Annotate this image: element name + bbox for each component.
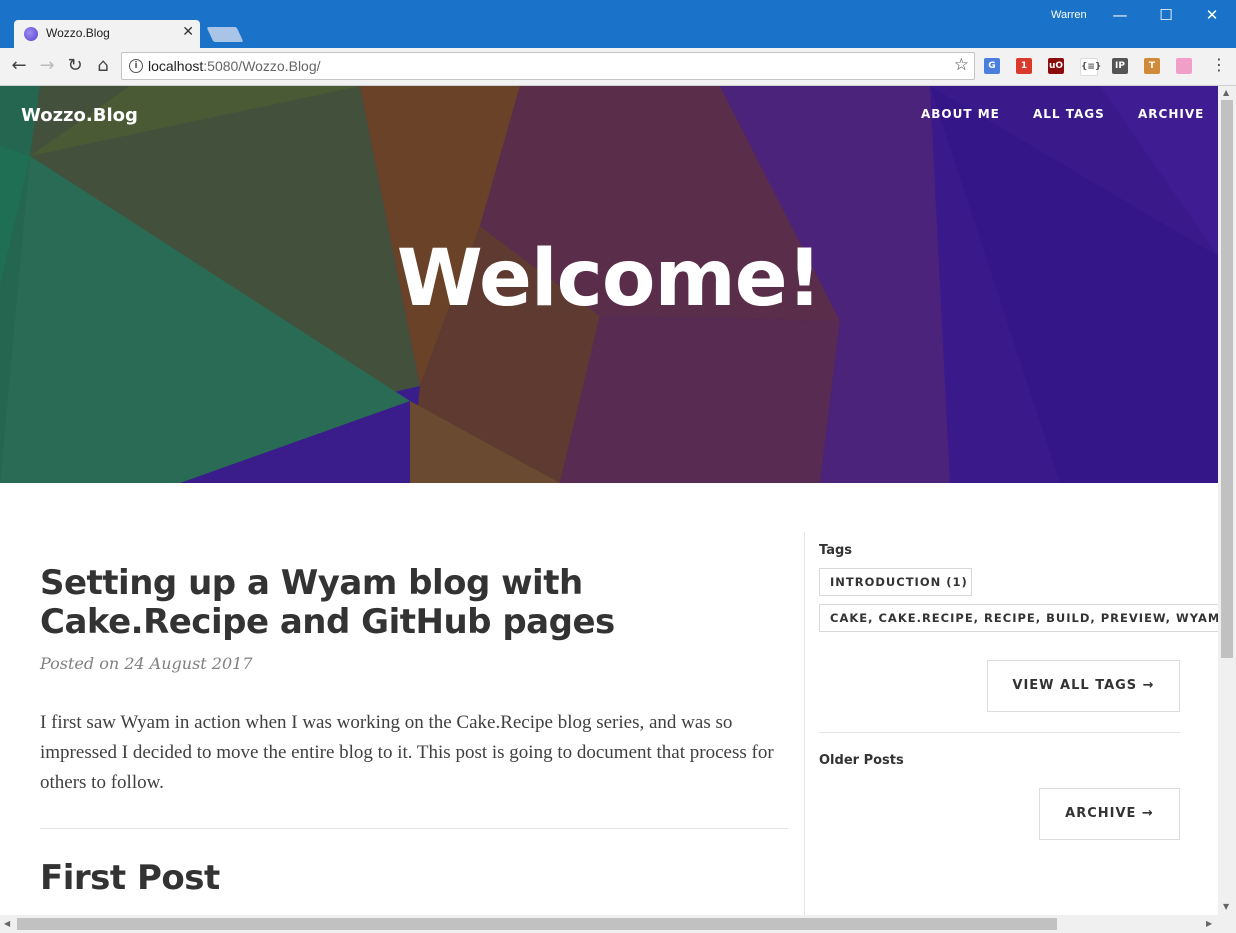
tab-close-icon[interactable]: ✕ xyxy=(182,24,194,40)
post-divider xyxy=(40,828,788,829)
view-all-tags-button[interactable]: VIEW ALL TAGS → xyxy=(987,660,1180,712)
scroll-up-arrow-icon[interactable]: ▲ xyxy=(1223,88,1229,97)
nav-about-me[interactable]: ABOUT ME xyxy=(921,107,1000,121)
site-brand[interactable]: Wozzo.Blog xyxy=(21,105,138,126)
hero-header: Wozzo.Blog ABOUT ME ALL TAGS ARCHIVE Wel… xyxy=(0,86,1218,483)
site-info-icon[interactable]: i xyxy=(129,59,143,73)
ublock-icon[interactable]: uO xyxy=(1048,58,1064,74)
bookmark-star-icon[interactable]: ☆ xyxy=(954,55,969,75)
address-bar[interactable]: i localhost:5080/Wozzo.Blog/ ☆ xyxy=(121,52,975,80)
forward-button[interactable]: → xyxy=(35,54,59,78)
vertical-scrollbar[interactable]: ▲ ▼ xyxy=(1218,86,1236,915)
nav-archive[interactable]: ARCHIVE xyxy=(1138,107,1204,121)
site-favicon-icon xyxy=(24,27,38,41)
reload-button[interactable]: ↻ xyxy=(63,54,87,78)
post-excerpt: I first saw Wyam in action when I was wo… xyxy=(40,712,774,793)
sidebar-separator xyxy=(819,732,1180,733)
google-translate-icon[interactable]: G xyxy=(984,58,1000,74)
sidebar-divider xyxy=(804,532,805,915)
profile-name[interactable]: Warren xyxy=(1051,9,1087,21)
tab-title: Wozzo.Blog xyxy=(46,26,110,40)
horizontal-scroll-thumb[interactable] xyxy=(17,918,1057,930)
ip-icon[interactable]: IP xyxy=(1112,58,1128,74)
json-viewer-icon[interactable]: {≡} xyxy=(1080,58,1101,76)
browser-menu-icon[interactable]: ⋮ xyxy=(1211,55,1227,74)
post-title[interactable]: Setting up a Wyam blog with Cake.Recipe … xyxy=(40,564,800,642)
close-window-button[interactable]: ✕ xyxy=(1189,0,1235,30)
home-button[interactable]: ⌂ xyxy=(91,54,115,78)
hammer-icon[interactable]: T xyxy=(1144,58,1160,74)
url-text[interactable]: localhost:5080/Wozzo.Blog/ xyxy=(148,58,321,74)
todoist-icon[interactable]: 1 xyxy=(1016,58,1032,74)
older-posts-heading: Older Posts xyxy=(819,753,904,768)
tag-introduction[interactable]: INTRODUCTION (1) xyxy=(819,568,972,596)
back-button[interactable]: ← xyxy=(7,54,31,78)
browser-tab[interactable]: Wozzo.Blog ✕ xyxy=(14,20,200,48)
browser-toolbar: ← → ↻ ⌂ i localhost:5080/Wozzo.Blog/ ☆ G… xyxy=(0,48,1236,86)
minimize-button[interactable]: — xyxy=(1097,0,1143,30)
new-tab-button[interactable] xyxy=(206,27,244,42)
scroll-right-arrow-icon[interactable]: ▶ xyxy=(1206,919,1212,928)
nav-all-tags[interactable]: ALL TAGS xyxy=(1033,107,1105,121)
maximize-button[interactable]: ☐ xyxy=(1143,0,1189,30)
browser-titlebar: Wozzo.Blog ✕ Warren — ☐ ✕ xyxy=(0,0,1236,48)
scroll-down-arrow-icon[interactable]: ▼ xyxy=(1223,902,1229,911)
post-meta: Posted on 24 August 2017 xyxy=(40,654,253,673)
archive-button[interactable]: ARCHIVE → xyxy=(1039,788,1180,840)
tags-heading: Tags xyxy=(819,543,853,558)
scroll-left-arrow-icon[interactable]: ◀ xyxy=(4,919,10,928)
page-viewport: Wozzo.Blog ABOUT ME ALL TAGS ARCHIVE Wel… xyxy=(0,86,1218,915)
vertical-scroll-thumb[interactable] xyxy=(1221,100,1233,658)
horizontal-scrollbar[interactable]: ◀ ▶ xyxy=(0,915,1236,933)
hero-title: Welcome! xyxy=(396,234,822,324)
color-picker-icon[interactable] xyxy=(1176,58,1192,74)
post-title[interactable]: First Post xyxy=(40,859,800,898)
tag-cake-recipe[interactable]: CAKE, CAKE.RECIPE, RECIPE, BUILD, PREVIE… xyxy=(819,604,1218,632)
